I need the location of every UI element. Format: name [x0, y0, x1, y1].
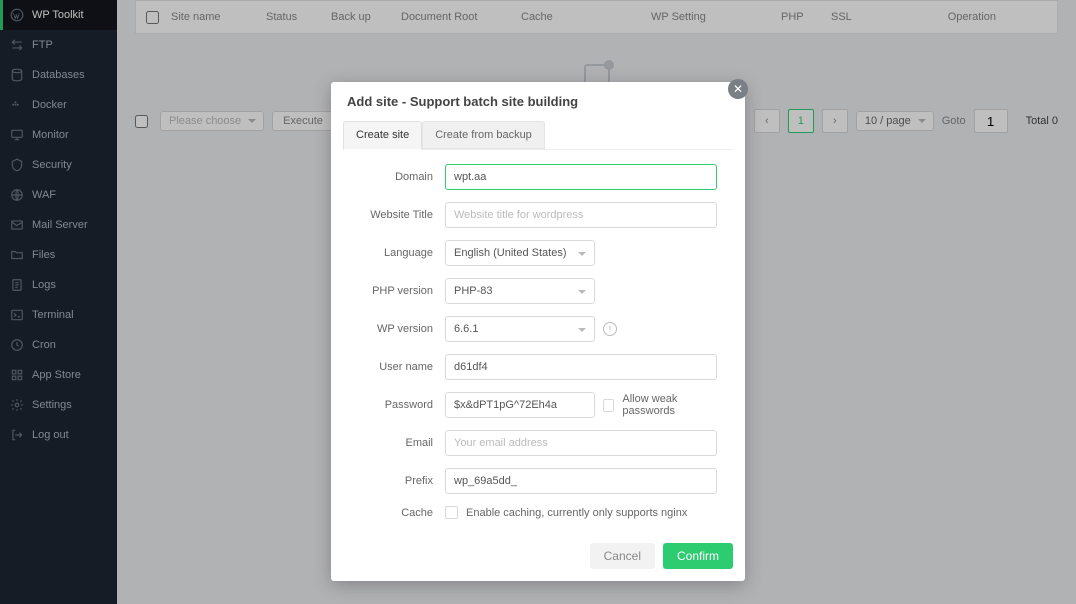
label-prefix: Prefix: [359, 475, 445, 487]
title-input[interactable]: [445, 202, 717, 228]
confirm-button[interactable]: Confirm: [663, 543, 733, 569]
label-domain: Domain: [359, 171, 445, 183]
language-select[interactable]: English (United States): [445, 240, 595, 266]
add-site-modal: ✕ Add site - Support batch site building…: [331, 82, 745, 581]
modal-form: Domain Website Title LanguageEnglish (Un…: [331, 150, 745, 535]
wpversion-select[interactable]: 6.6.1: [445, 316, 595, 342]
cancel-button[interactable]: Cancel: [590, 543, 655, 569]
label-language: Language: [359, 247, 445, 259]
modal-actions: Cancel Confirm: [331, 535, 745, 581]
label-title: Website Title: [359, 209, 445, 221]
tab-create-from-backup[interactable]: Create from backup: [422, 121, 545, 149]
label-user: User name: [359, 361, 445, 373]
modal-title: Add site - Support batch site building: [331, 82, 745, 121]
password-input[interactable]: [445, 392, 595, 418]
allow-weak-label: Allow weak passwords: [622, 393, 717, 417]
allow-weak-checkbox[interactable]: [603, 399, 614, 412]
email-input[interactable]: [445, 430, 717, 456]
label-email: Email: [359, 437, 445, 449]
label-phpver: PHP version: [359, 285, 445, 297]
close-button[interactable]: ✕: [728, 79, 748, 99]
label-cache: Cache: [359, 507, 445, 519]
phpversion-select[interactable]: PHP-83: [445, 278, 595, 304]
prefix-input[interactable]: [445, 468, 717, 494]
cache-checkbox[interactable]: [445, 506, 458, 519]
tab-create-site[interactable]: Create site: [343, 121, 422, 150]
domain-input[interactable]: [445, 164, 717, 190]
modal-tabs: Create site Create from backup: [343, 121, 733, 150]
label-wpver: WP version: [359, 323, 445, 335]
close-icon: ✕: [733, 82, 743, 96]
label-password: Password: [359, 399, 445, 411]
info-icon[interactable]: !: [603, 322, 617, 336]
username-input[interactable]: [445, 354, 717, 380]
cache-note: Enable caching, currently only supports …: [466, 507, 687, 519]
